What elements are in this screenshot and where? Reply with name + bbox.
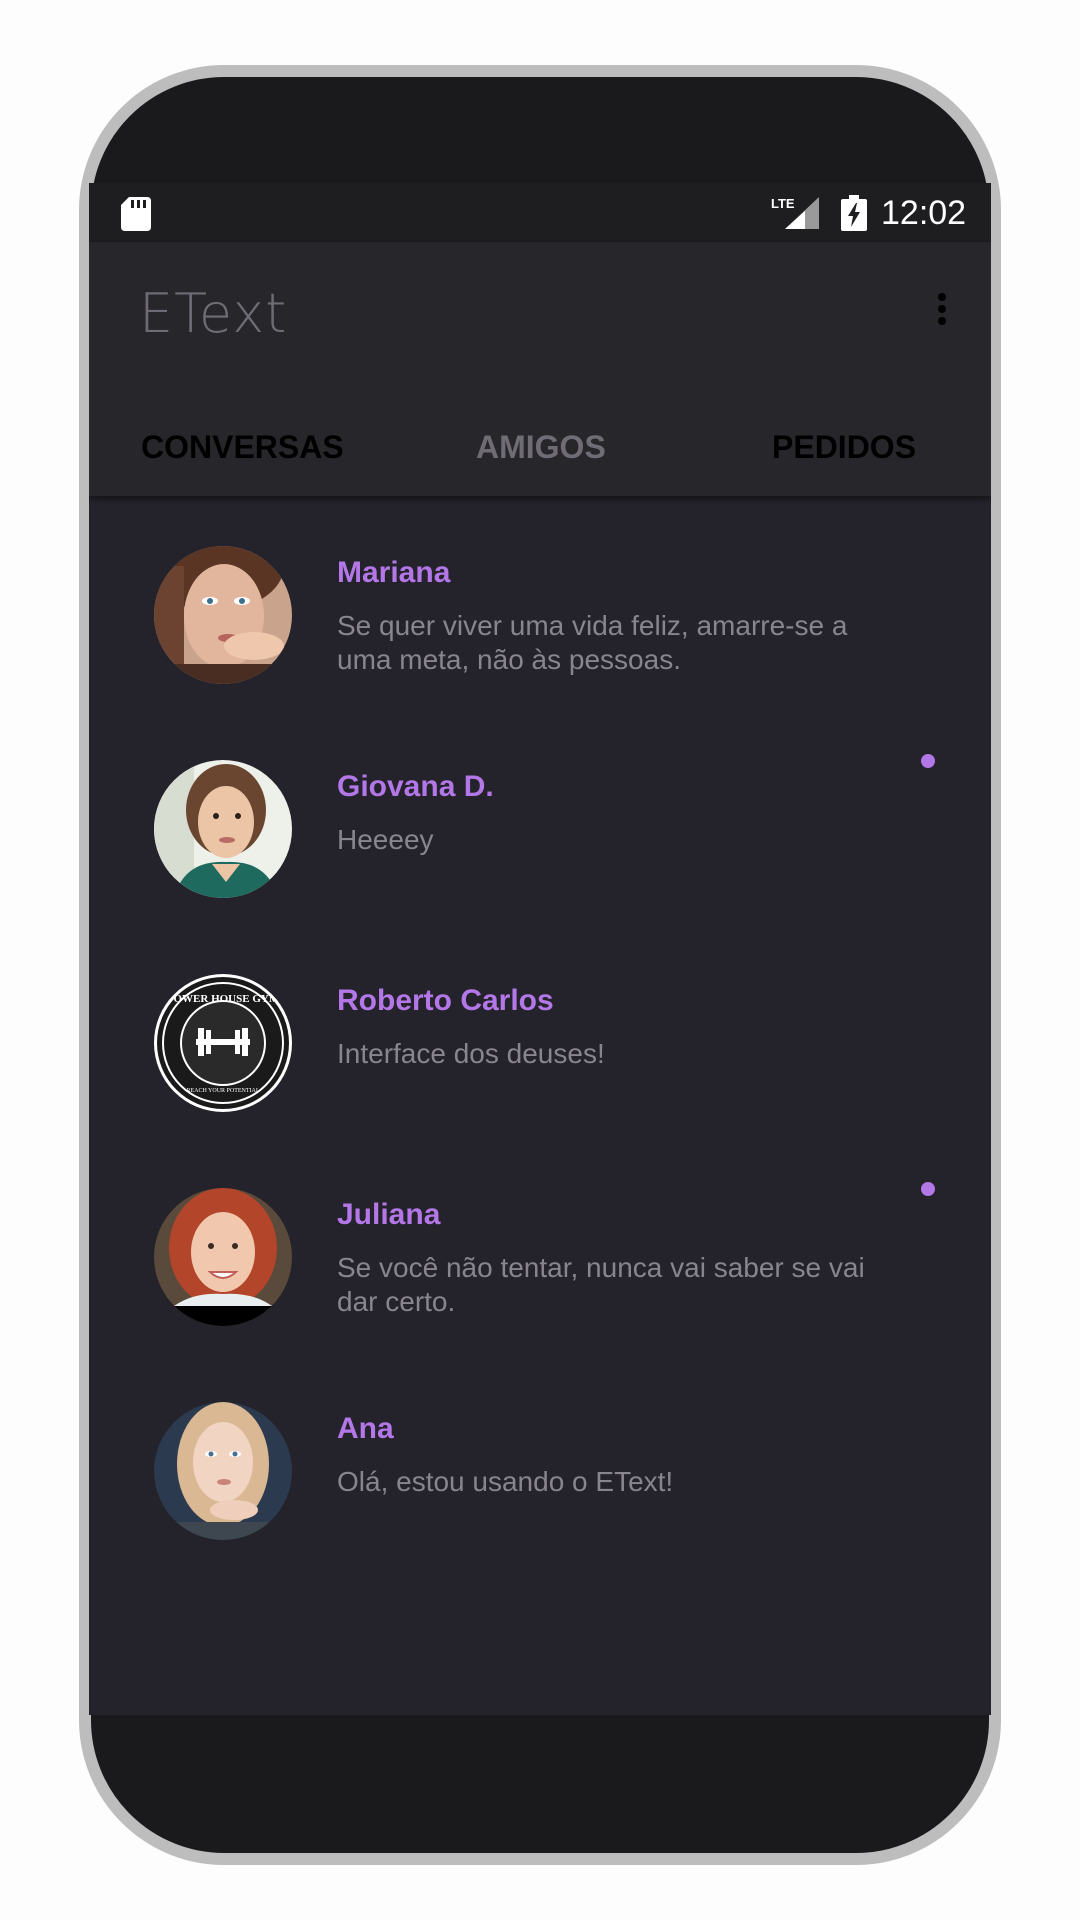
contact-name: Giovana D.	[337, 770, 494, 803]
tab-conversas[interactable]: CONVERSAS	[141, 417, 344, 477]
conversation-item[interactable]: Juliana Se você não tentar, nunca vai sa…	[89, 1138, 991, 1352]
lte-signal-icon: LTE	[771, 196, 819, 229]
battery-charging-icon	[841, 195, 867, 231]
avatar: POWER HOUSE GYM REACH YOUR POTENTIAL	[154, 974, 292, 1112]
conversation-item[interactable]: POWER HOUSE GYM REACH YOUR POTENTIAL Rob…	[89, 924, 991, 1138]
avatar	[154, 1402, 292, 1540]
tab-amigos[interactable]: AMIGOS	[476, 417, 606, 477]
overflow-menu-icon[interactable]	[927, 290, 957, 330]
unread-indicator	[921, 1182, 935, 1196]
contact-name: Juliana	[337, 1198, 441, 1231]
svg-text:LTE: LTE	[771, 196, 795, 211]
contact-name: Ana	[337, 1412, 394, 1445]
avatar	[154, 546, 292, 684]
unread-indicator	[921, 754, 935, 768]
app-title: EText	[139, 282, 288, 345]
avatar	[154, 760, 292, 898]
tab-bar: CONVERSAS AMIGOS PEDIDOS	[89, 417, 991, 477]
conversation-item[interactable]: Giovana D. Heeeey	[89, 710, 991, 924]
status-bar: LTE 12:02	[89, 183, 991, 242]
status-time: 12:02	[881, 194, 967, 232]
contact-name: Mariana	[337, 556, 451, 589]
contact-name: Roberto Carlos	[337, 984, 554, 1017]
tab-pedidos[interactable]: PEDIDOS	[772, 417, 916, 477]
avatar	[154, 1188, 292, 1326]
svg-text:POWER HOUSE GYM: POWER HOUSE GYM	[167, 993, 280, 1005]
svg-text:REACH YOUR POTENTIAL: REACH YOUR POTENTIAL	[186, 1088, 259, 1094]
conversation-item[interactable]: Ana Olá, estou usando o EText!	[89, 1352, 991, 1566]
last-message: Se quer viver uma vida feliz, amarre-se …	[337, 610, 848, 675]
sd-card-icon	[121, 197, 151, 231]
last-message: Se você não tentar, nunca vai saber se v…	[337, 1252, 865, 1317]
conversation-item[interactable]: Mariana Se quer viver uma vida feliz, am…	[89, 496, 991, 710]
last-message: Olá, estou usando o EText!	[337, 1466, 674, 1497]
last-message: Interface dos deuses!	[337, 1038, 605, 1069]
last-message: Heeeey	[337, 824, 434, 855]
app-bar: EText CONVERSAS AMIGOS PEDIDOS	[89, 242, 991, 496]
screen: LTE 12:02 EText CONVERSAS AMIGOS PEDIDOS	[89, 183, 991, 1715]
